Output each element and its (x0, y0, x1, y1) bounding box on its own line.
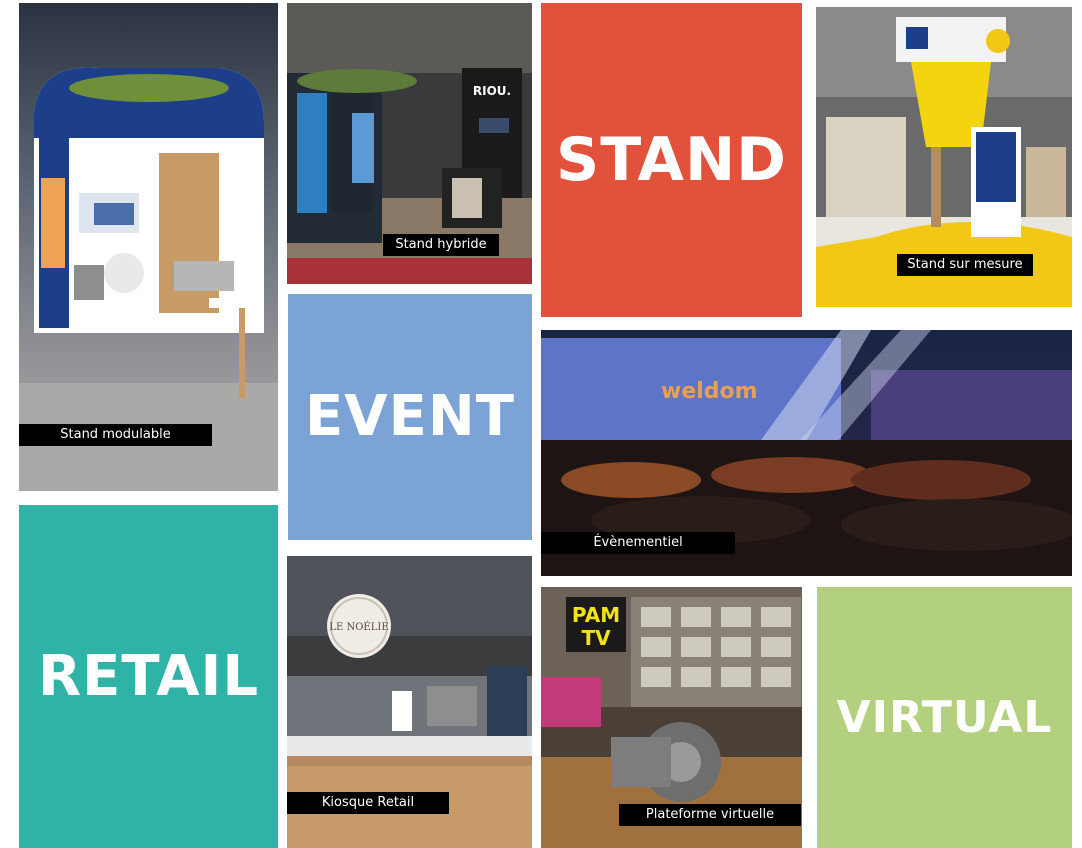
caption-stand-hybride: Stand hybride (383, 234, 499, 256)
tile-event-title: EVENT (305, 384, 515, 449)
tile-retail[interactable]: RETAIL (19, 505, 278, 848)
modular-booth-photo (19, 3, 278, 491)
pamtv-sign-line2: TV (581, 626, 611, 650)
pamtv-sign-line1: PAM (572, 603, 620, 627)
caption-stand-modulable: Stand modulable (19, 424, 212, 446)
riou-sign: RIOU. (473, 84, 511, 98)
tile-virtual[interactable]: VIRTUAL (817, 587, 1072, 848)
caption-evenementiel: Évènementiel (541, 532, 735, 554)
caption-stand-sur-mesure: Stand sur mesure (897, 254, 1033, 276)
tile-stand[interactable]: STAND (541, 3, 802, 317)
tile-retail-title: RETAIL (37, 643, 260, 709)
caption-plateforme-virtuelle: Plateforme virtuelle (619, 804, 801, 826)
tile-event[interactable]: EVENT (288, 294, 532, 540)
caption-kiosque-retail: Kiosque Retail (287, 792, 449, 814)
weldom-screen-text: weldom (661, 379, 758, 404)
photo-kiosque-retail[interactable]: LE NOÉLIE Kiosque Retail (287, 556, 532, 848)
kiosk-sign: LE NOÉLIE (329, 621, 388, 633)
tile-virtual-title: VIRTUAL (836, 691, 1053, 743)
photo-stand-modulable[interactable]: Stand modulable (19, 3, 278, 491)
photo-stand-sur-mesure[interactable]: Stand sur mesure (816, 7, 1072, 307)
photo-evenementiel[interactable]: weldom Évènementiel (541, 330, 1072, 576)
photo-stand-hybride[interactable]: RIOU. Stand hybride (287, 3, 532, 284)
portfolio-collage: Stand modulable RIOU. Stand hybride STAN… (0, 0, 1082, 848)
photo-plateforme-virtuelle[interactable]: PAM TV Plateforme virtuelle (541, 587, 802, 848)
tile-stand-title: STAND (556, 125, 787, 195)
